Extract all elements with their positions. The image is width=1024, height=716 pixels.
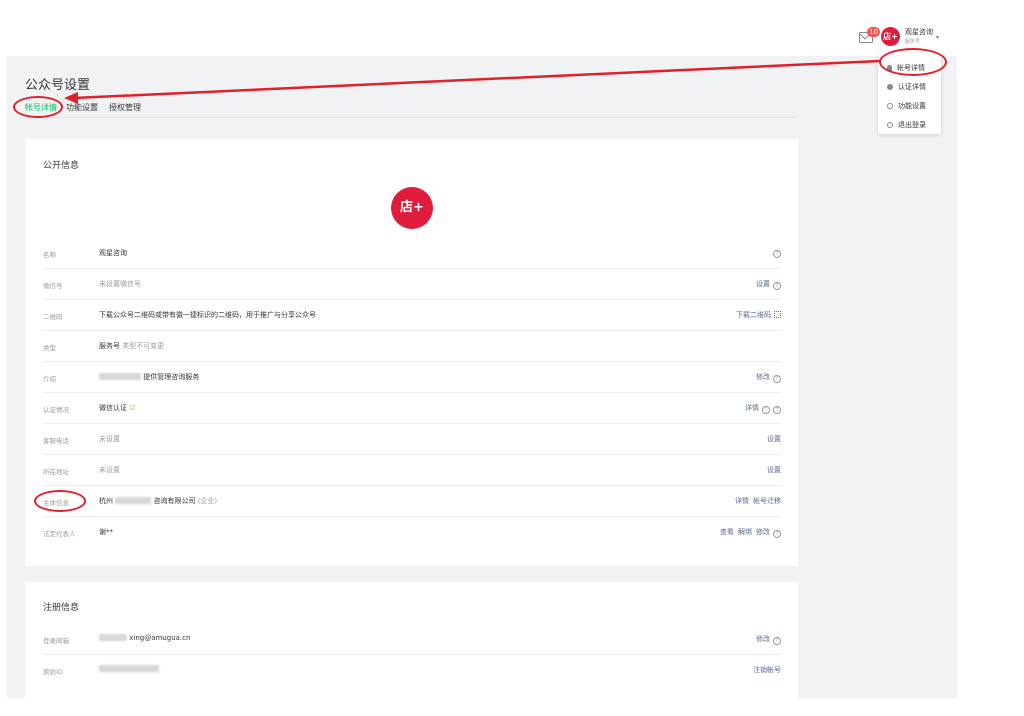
annotation-arrow — [64, 59, 881, 104]
